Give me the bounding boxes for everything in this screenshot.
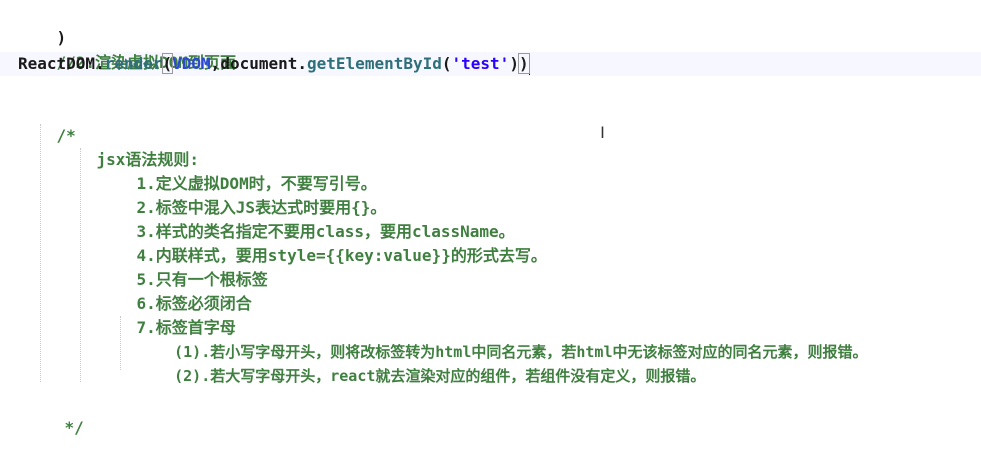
rule-line[interactable]: 2.标签中混入JS表达式时要用{}。 [98, 172, 387, 217]
rule-line[interactable]: 7.标签首字母 [98, 292, 236, 337]
comment-close: */ [64, 418, 84, 437]
code-line-comment[interactable]: //2.渲染虚拟DOM到页面 [18, 27, 236, 72]
document-identifier: document [220, 54, 298, 73]
comment-open-line[interactable]: /* [18, 100, 76, 145]
code-editor[interactable]: ) //2.渲染虚拟DOM到页面 ReactDOM.render(VDOM,do… [0, 0, 981, 437]
dot: . [297, 54, 308, 73]
comment-close-line[interactable]: */ [26, 392, 84, 437]
code-line[interactable]: ) [18, 2, 67, 47]
text-caret [528, 54, 530, 75]
close-paren: ) [509, 54, 519, 73]
code-line-render-call[interactable]: ReactDOM.render(VDOM,document.getElement… [18, 52, 530, 76]
rule-line[interactable]: 6.标签必须闭合 [98, 268, 252, 313]
rule-line[interactable]: 1.定义虚拟DOM时，不要写引号。 [98, 148, 377, 193]
open-paren: ( [161, 53, 174, 74]
sub-rule-line[interactable]: (2).若大写字母开头，react就去渲染对应的组件，若组件没有定义，则报错。 [138, 340, 705, 385]
vdom-argument: VDOM [172, 54, 211, 73]
rules-title-line[interactable]: jsx语法规则: [58, 124, 200, 169]
rule-line[interactable]: 5.只有一个根标签 [98, 244, 268, 289]
rule-line[interactable]: 4.内联样式，要用style={{key:value}}的形式去写。 [98, 220, 547, 265]
indent-guide [40, 124, 41, 382]
dot: . [95, 54, 105, 73]
render-method: render [104, 54, 163, 73]
text-ibeam-icon: I [600, 123, 605, 142]
rule-line[interactable]: 3.样式的类名指定不要用class，要用className。 [98, 196, 515, 241]
get-element-by-id-method: getElementById [307, 54, 442, 73]
close-paren: ) [517, 53, 530, 74]
reactdom-identifier: ReactDOM [18, 54, 96, 73]
open-paren: ( [441, 54, 452, 73]
string-literal: 'test' [451, 54, 510, 73]
indent-guide [80, 148, 81, 382]
sub-rule-line[interactable]: (1).若小写字母开头，则将改标签转为html中同名元素，若html中无该标签对… [138, 316, 867, 361]
sub-rule-text: (2).若大写字母开头，react就去渲染对应的组件，若组件没有定义，则报错。 [174, 367, 706, 385]
comma: , [210, 54, 221, 73]
